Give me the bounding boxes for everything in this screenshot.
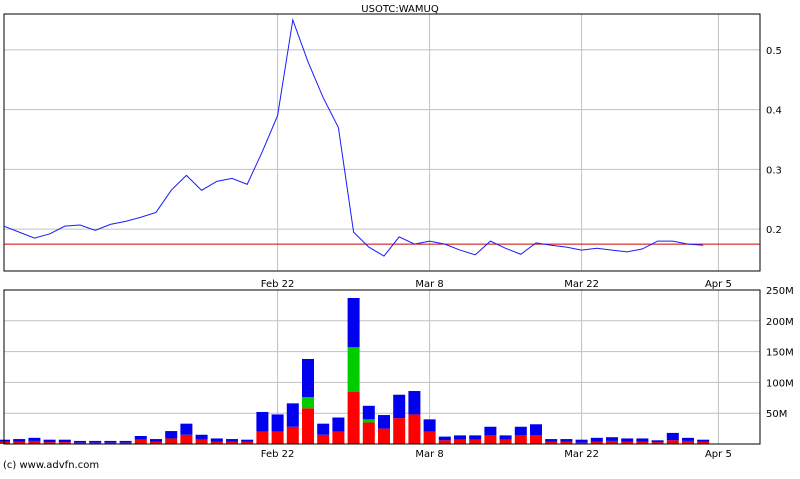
price-x-tick-label: Mar 22 (564, 279, 599, 290)
volume-bar-segment (393, 418, 406, 444)
price-x-tick-label: Apr 5 (705, 279, 732, 290)
volume-bar-segment (545, 439, 558, 442)
volume-y-tick-label: 50M (766, 409, 787, 420)
volume-bar-segment (499, 439, 512, 444)
volume-bar-segment (256, 411, 269, 432)
volume-bar-segment (438, 436, 451, 441)
volume-bar-segment (362, 405, 375, 420)
volume-bar-segment (682, 437, 694, 441)
volume-bar-segment (514, 435, 527, 444)
volume-bar-segment (514, 426, 527, 436)
volume-bar-segment (58, 439, 71, 443)
volume-bar-segment (28, 437, 41, 441)
volume-bar-segment (0, 439, 10, 442)
volume-bar-segment (606, 437, 618, 441)
volume-bar-segment (378, 428, 390, 444)
chart-svg: 0.2 0.3 0.4 0.5 USOTC:WAMUQ Feb 22 Mar 8 Mar 22… (0, 4, 794, 460)
volume-bar-segment (347, 347, 360, 392)
volume-bar-segment (575, 439, 588, 443)
volume-bar-segment (438, 440, 451, 444)
volume-bar-segment (393, 394, 406, 419)
volume-bar-segment (271, 414, 284, 432)
volume-y-tick-label: 250M (766, 286, 794, 297)
volume-bar-segment (119, 440, 132, 443)
volume-bar-segment (165, 438, 178, 444)
volume-bar-segment (423, 431, 436, 444)
volume-bar-segment (241, 439, 254, 442)
volume-bar-segment (332, 417, 345, 432)
price-panel-frame (3, 13, 761, 272)
volume-bar-segment (454, 439, 466, 444)
volume-x-tick-label: Feb 22 (261, 449, 295, 460)
chart-title: USOTC:WAMUQ (361, 4, 439, 15)
volume-bar-segment (180, 423, 193, 435)
volume-x-tick-label: Mar 22 (564, 449, 599, 460)
price-y-tick-label: 0.3 (766, 165, 782, 176)
volume-bar-segment (302, 358, 314, 398)
volume-bar-segment (666, 432, 679, 441)
volume-y-tick-label: 100M (766, 378, 794, 389)
volume-bar-segment (195, 439, 208, 444)
volume-bar-segment (499, 435, 512, 440)
volume-bar-segment (621, 438, 634, 442)
price-x-tick-label: Feb 22 (261, 279, 295, 290)
price-x-tick-label: Mar 8 (415, 279, 443, 290)
price-y-tick-label: 0.4 (766, 106, 782, 117)
volume-bar-segment (454, 435, 466, 440)
volume-bar-segment (423, 419, 436, 432)
credit-text: (c) www.advfn.com (3, 460, 100, 471)
volume-bar-segment (332, 431, 345, 444)
volume-bar-segment (150, 439, 162, 442)
volume-bar-segment (180, 434, 193, 444)
volume-bar-segment (256, 431, 269, 444)
chart-figure: 0.2 0.3 0.4 0.5 USOTC:WAMUQ Feb 22 Mar 8 Mar 22… (0, 0, 800, 475)
volume-bar-segment (484, 435, 497, 444)
price-y-tick-label: 0.2 (766, 225, 782, 236)
volume-bar-segment (469, 435, 482, 440)
volume-bar-segment (666, 440, 679, 444)
volume-bar-segment (378, 415, 390, 429)
price-y-tick-label: 0.5 (766, 46, 782, 57)
volume-bar-segment (560, 439, 573, 442)
volume-bar-segment (74, 440, 86, 443)
volume-bar-segment (590, 437, 603, 442)
volume-bar-segment (271, 431, 284, 444)
volume-bar-segment (347, 391, 360, 444)
volume-bar-segment (13, 439, 26, 442)
volume-bar-segment (469, 439, 482, 444)
volume-bar-segment (317, 423, 330, 435)
volume-bar-segment (226, 439, 238, 442)
volume-bar-segment (317, 434, 330, 444)
volume-bar-segment (165, 431, 178, 439)
volume-bar-segment (362, 419, 375, 423)
volume-bar-segment (408, 414, 421, 444)
volume-bar-segment (286, 426, 299, 444)
volume-x-tick-label: Apr 5 (705, 449, 732, 460)
volume-bar-segment (408, 391, 421, 415)
volume-bar-segment (134, 439, 147, 444)
price-line (3, 17, 704, 257)
volume-bar-segment (104, 440, 117, 443)
volume-y-tick-label: 200M (766, 317, 794, 328)
volume-bar-segment (484, 426, 497, 436)
volume-x-tick-label: Mar 8 (415, 449, 443, 460)
volume-bar-segment (89, 440, 102, 443)
volume-bar-segment (697, 439, 710, 442)
volume-bar-segment (195, 434, 208, 440)
volume-bar-segment (362, 422, 375, 444)
volume-bar-segment (134, 435, 147, 440)
volume-bar-segment (530, 424, 542, 436)
volume-bar-segment (636, 438, 649, 442)
volume-bar-segment (210, 438, 223, 442)
volume-bar-segment (43, 439, 56, 443)
volume-bar-segment (302, 397, 314, 409)
volume-bar-segment (302, 408, 314, 444)
volume-bar-segment (530, 435, 542, 444)
volume-bar-segment (347, 298, 360, 348)
volume-y-tick-label: 150M (766, 348, 794, 359)
volume-bar-segment (286, 403, 299, 427)
volume-bar-segment (651, 440, 664, 443)
